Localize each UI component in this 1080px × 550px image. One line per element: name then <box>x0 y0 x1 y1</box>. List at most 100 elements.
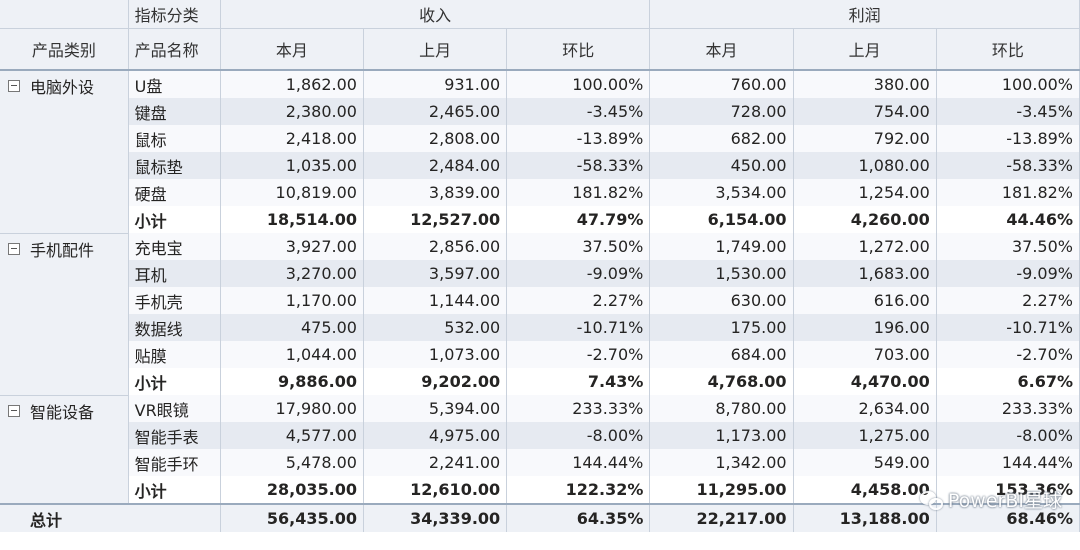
income-current-cell: 1,862.00 <box>220 70 364 98</box>
table-row[interactable]: 键盘 2,380.00 2,465.00 -3.45% 728.00 754.00 -3.4… <box>0 98 1080 125</box>
table-row[interactable]: 贴膜 1,044.00 1,073.00 -2.70% 684.00 703.00 -2.7… <box>0 341 1080 368</box>
profit-mom-cell: -9.09% <box>936 260 1080 287</box>
table-row[interactable]: 鼠标垫 1,035.00 2,484.00 -58.33% 450.00 1,080.00… <box>0 152 1080 179</box>
profit-current-cell: 4,768.00 <box>649 368 794 395</box>
subtotal-row[interactable]: 小计 9,886.00 9,202.00 7.43% 4,768.00 4,470.00 6… <box>0 368 1080 395</box>
profit-previous-cell: 754.00 <box>793 98 937 125</box>
income-current-cell: 475.00 <box>220 314 364 341</box>
header-profit-previous[interactable]: 上月 <box>793 28 937 71</box>
product-name-cell: 充电宝 <box>128 233 221 260</box>
income-mom-cell: 100.00% <box>506 70 651 98</box>
income-previous-cell: 12,610.00 <box>363 476 508 504</box>
table-row[interactable]: 鼠标 2,418.00 2,808.00 -13.89% 682.00 792.00 -13… <box>0 125 1080 152</box>
header-group-profit[interactable]: 利润 <box>649 0 1080 29</box>
product-name-cell: 智能手表 <box>128 422 221 449</box>
header-group-income[interactable]: 收入 <box>220 0 651 29</box>
table-row[interactable]: 智能设备 VR眼镜 17,980.00 5,394.00 233.33% 8,780.00… <box>0 395 1080 505</box>
income-mom-cell: 144.44% <box>506 449 651 476</box>
profit-mom-cell: 233.33% <box>936 395 1080 422</box>
income-mom-cell: -9.09% <box>506 260 651 287</box>
header-profit-current[interactable]: 本月 <box>649 28 794 71</box>
collapse-minus-icon[interactable] <box>8 80 20 92</box>
subtotal-label: 小计 <box>128 476 221 504</box>
profit-previous-cell: 616.00 <box>793 287 937 314</box>
table-row[interactable]: 耳机 3,270.00 3,597.00 -9.09% 1,530.00 1,683.00… <box>0 260 1080 287</box>
income-current-cell: 17,980.00 <box>220 395 364 422</box>
subtotal-label: 小计 <box>128 206 221 233</box>
income-current-cell: 1,044.00 <box>220 341 364 368</box>
header-measure-label[interactable]: 指标分类 <box>128 0 221 29</box>
category-label: 电脑外设 <box>30 78 95 97</box>
income-previous-cell: 2,856.00 <box>363 233 508 260</box>
product-name-cell: 键盘 <box>128 98 221 125</box>
profit-previous-cell: 1,254.00 <box>793 179 937 206</box>
income-current-cell: 28,035.00 <box>220 476 364 504</box>
collapse-minus-icon[interactable] <box>8 404 20 417</box>
profit-previous-cell: 380.00 <box>793 70 937 98</box>
profit-previous-cell: 549.00 <box>793 449 937 476</box>
header-income-mom[interactable]: 环比 <box>506 28 651 71</box>
product-name-cell: 鼠标垫 <box>128 152 221 179</box>
table-row[interactable]: 智能手表 4,577.00 4,975.00 -8.00% 1,173.00 1,275.… <box>0 422 1080 449</box>
profit-mom-cell: 6.67% <box>936 368 1080 395</box>
profit-previous-cell: 196.00 <box>793 314 937 341</box>
income-previous-cell: 2,484.00 <box>363 152 508 179</box>
income-previous-cell: 12,527.00 <box>363 206 508 233</box>
table-row[interactable]: 手机壳 1,170.00 1,144.00 2.27% 630.00 616.00 2.27… <box>0 287 1080 314</box>
profit-previous-cell: 4,260.00 <box>793 206 937 233</box>
profit-previous-cell: 1,275.00 <box>793 422 937 449</box>
table-row[interactable]: 数据线 475.00 532.00 -10.71% 175.00 196.00 -10.71… <box>0 314 1080 341</box>
header-income-previous[interactable]: 上月 <box>363 28 508 71</box>
income-previous-cell: 2,241.00 <box>363 449 508 476</box>
table-row[interactable]: 手机配件 充电宝 3,927.00 2,856.00 37.50% 1,749.00 1,2… <box>0 233 1080 396</box>
category-cell: 手机配件 <box>0 233 129 396</box>
total-profit-previous-cell: 13,188.00 <box>793 503 937 532</box>
income-current-cell: 9,886.00 <box>220 368 364 395</box>
profit-mom-cell: 181.82% <box>936 179 1080 206</box>
profit-current-cell: 11,295.00 <box>649 476 794 504</box>
profit-previous-cell: 2,634.00 <box>793 395 937 422</box>
income-previous-cell: 3,597.00 <box>363 260 508 287</box>
watermark: PowerBI星球 <box>919 486 1062 513</box>
income-mom-cell: -10.71% <box>506 314 651 341</box>
profit-current-cell: 760.00 <box>649 70 794 98</box>
category-label: 手机配件 <box>30 240 95 260</box>
table-row[interactable]: 智能手环 5,478.00 2,241.00 144.44% 1,342.00 549.0… <box>0 449 1080 476</box>
income-current-cell: 2,380.00 <box>220 98 364 125</box>
income-previous-cell: 4,975.00 <box>363 422 508 449</box>
product-name-cell: 智能手环 <box>128 449 221 476</box>
header-profit-mom[interactable]: 环比 <box>936 28 1080 71</box>
profit-current-cell: 450.00 <box>649 152 794 179</box>
income-current-cell: 1,170.00 <box>220 287 364 314</box>
profit-current-cell: 684.00 <box>649 341 794 368</box>
subtotal-row[interactable]: 小计 18,514.00 12,527.00 47.79% 6,154.00 4,260.… <box>0 206 1080 233</box>
income-previous-cell: 5,394.00 <box>363 395 508 422</box>
category-cell: 电脑外设 <box>0 70 129 234</box>
header-income-current[interactable]: 本月 <box>220 28 364 71</box>
profit-current-cell: 682.00 <box>649 125 794 152</box>
matrix-header: 指标分类 收入 利润 产品类别 产品名称 本月 上月 环比 本月 上月 环比 <box>0 0 1080 71</box>
income-previous-cell: 2,808.00 <box>363 125 508 152</box>
subtotal-row[interactable]: 小计 28,035.00 12,610.00 122.32% 11,295.00 4,45… <box>0 476 1080 504</box>
income-current-cell: 2,418.00 <box>220 125 364 152</box>
total-income-mom-cell: 64.35% <box>506 503 651 532</box>
header-product-name[interactable]: 产品名称 <box>128 28 221 71</box>
profit-previous-cell: 1,272.00 <box>793 233 937 260</box>
profit-previous-cell: 4,470.00 <box>793 368 937 395</box>
collapse-minus-icon[interactable] <box>8 242 20 255</box>
total-row[interactable]: 总计 56,435.00 34,339.00 64.35% 22,217.00 13,18… <box>0 503 1080 532</box>
profit-current-cell: 3,534.00 <box>649 179 794 206</box>
product-name-cell: 耳机 <box>128 260 221 287</box>
category-cell: 智能设备 <box>0 395 129 505</box>
product-name-cell: 硬盘 <box>128 179 221 206</box>
watermark-text: PowerBI星球 <box>947 490 1062 512</box>
product-name-cell: 贴膜 <box>128 341 221 368</box>
table-row[interactable]: 硬盘 10,819.00 3,839.00 181.82% 3,534.00 1,254.… <box>0 179 1080 206</box>
profit-previous-cell: 1,683.00 <box>793 260 937 287</box>
category-label: 智能设备 <box>30 402 95 422</box>
header-category[interactable]: 产品类别 <box>0 28 129 71</box>
profit-current-cell: 1,342.00 <box>649 449 794 476</box>
total-profit-current-cell: 22,217.00 <box>649 503 794 532</box>
income-previous-cell: 2,465.00 <box>363 98 508 125</box>
table-row[interactable]: 电脑外设 U盘 1,862.00 931.00 100.00% 760.00 380.00 1… <box>0 70 1080 234</box>
